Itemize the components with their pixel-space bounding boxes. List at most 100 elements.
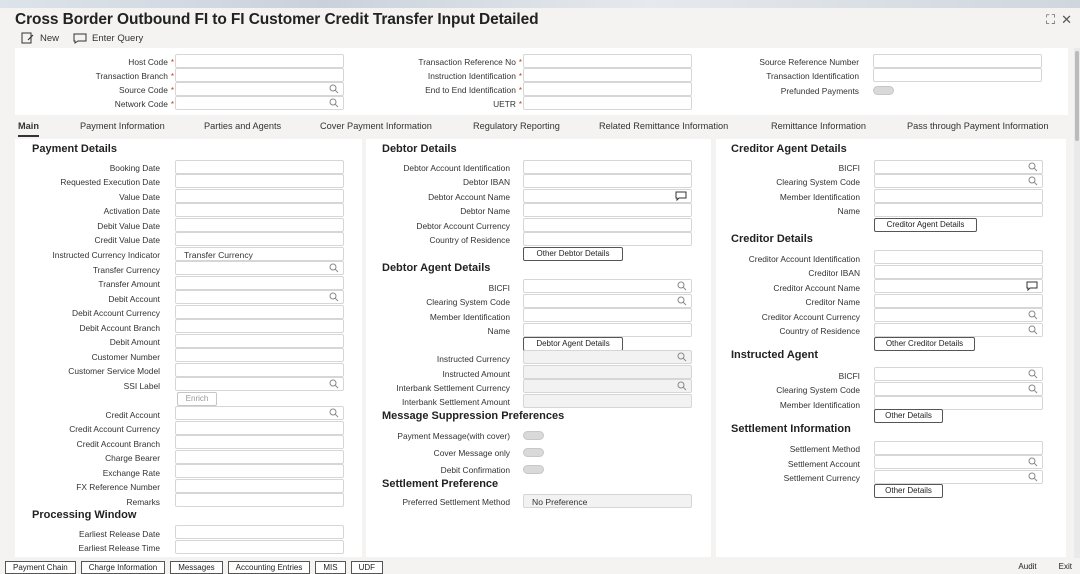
creditor-account-currency-field[interactable] <box>874 308 1043 322</box>
network-code-field[interactable] <box>175 96 344 110</box>
instructed-currency-field[interactable] <box>523 350 692 364</box>
creditor-name-field[interactable] <box>874 294 1043 308</box>
expand-icon[interactable]: ⛶ <box>1046 12 1055 28</box>
debtor-account-currency-field[interactable] <box>523 218 692 232</box>
audit-button[interactable]: Audit <box>1018 560 1036 574</box>
charge-information-button[interactable]: Charge Information <box>80 560 166 574</box>
payment-message-with-cover-toggle[interactable] <box>523 431 544 440</box>
source-code-field[interactable] <box>175 82 344 96</box>
fx-reference-number-field[interactable] <box>175 479 344 493</box>
search-icon[interactable] <box>677 281 687 291</box>
search-icon[interactable] <box>677 296 687 306</box>
debit-amount-field[interactable] <box>175 334 344 348</box>
debtor-agent-member-identification-field[interactable] <box>523 308 692 322</box>
tab-pass-through-payment-information[interactable]: Pass through Payment Information <box>907 121 1048 131</box>
search-icon[interactable] <box>329 263 339 273</box>
transaction-branch-field[interactable] <box>175 68 344 82</box>
creditor-account-identification-field[interactable] <box>874 250 1043 264</box>
preferred-settlement-method-select[interactable]: No Preference <box>523 494 692 508</box>
search-icon[interactable] <box>329 292 339 302</box>
credit-account-branch-field[interactable] <box>175 435 344 449</box>
country-of-residence-field[interactable] <box>523 232 692 246</box>
settlement-other-details-button[interactable]: Other Details <box>874 484 943 498</box>
search-icon[interactable] <box>1028 472 1038 482</box>
debtor-name-field[interactable] <box>523 203 692 217</box>
creditor-account-name-field[interactable] <box>874 279 1043 293</box>
comment-icon[interactable] <box>675 191 687 201</box>
source-reference-number-field[interactable] <box>873 54 1042 68</box>
debtor-agent-bicfi-field[interactable] <box>523 279 692 293</box>
creditor-agent-bicfi-field[interactable] <box>874 160 1043 174</box>
creditor-iban-field[interactable] <box>874 265 1043 279</box>
enter-query-button[interactable]: Enter Query <box>73 32 143 44</box>
instructed-currency-indicator-select[interactable]: Transfer Currency <box>175 247 344 261</box>
search-icon[interactable] <box>329 84 339 94</box>
debit-account-field[interactable] <box>175 290 344 304</box>
transfer-amount-field[interactable] <box>175 276 344 290</box>
search-icon[interactable] <box>677 352 687 362</box>
tab-related-remittance-information[interactable]: Related Remittance Information <box>599 121 728 131</box>
debtor-agent-name-field[interactable] <box>523 323 692 337</box>
other-debtor-details-button[interactable]: Other Debtor Details <box>523 247 623 261</box>
instructed-agent-member-identification-field[interactable] <box>874 396 1043 410</box>
transfer-currency-field[interactable] <box>175 261 344 275</box>
messages-button[interactable]: Messages <box>170 560 223 574</box>
tab-payment-information[interactable]: Payment Information <box>80 121 165 131</box>
debtor-iban-field[interactable] <box>523 174 692 188</box>
search-icon[interactable] <box>1028 457 1038 467</box>
debit-confirmation-toggle[interactable] <box>523 465 544 474</box>
interbank-settlement-currency-field[interactable] <box>523 379 692 393</box>
instruction-identification-field[interactable] <box>523 68 692 82</box>
creditor-agent-name-field[interactable] <box>874 203 1043 217</box>
debit-value-date-field[interactable] <box>175 218 344 232</box>
search-icon[interactable] <box>329 98 339 108</box>
search-icon[interactable] <box>1028 176 1038 186</box>
interbank-settlement-amount-field[interactable] <box>523 394 692 408</box>
debit-account-branch-field[interactable] <box>175 319 344 333</box>
uetr-field[interactable] <box>523 96 692 110</box>
earliest-release-time-field[interactable] <box>175 540 344 554</box>
host-code-field[interactable] <box>175 54 344 68</box>
debtor-agent-clearing-system-code-field[interactable] <box>523 294 692 308</box>
tab-cover-payment-information[interactable]: Cover Payment Information <box>320 121 432 131</box>
settlement-currency-field[interactable] <box>874 470 1043 484</box>
credit-account-field[interactable] <box>175 406 344 420</box>
search-icon[interactable] <box>1028 369 1038 379</box>
udf-button[interactable]: UDF <box>350 560 384 574</box>
search-icon[interactable] <box>1028 310 1038 320</box>
tab-main[interactable]: Main <box>18 121 39 137</box>
exit-button[interactable]: Exit <box>1059 560 1072 574</box>
debtor-agent-details-button[interactable]: Debtor Agent Details <box>523 337 623 351</box>
prefunded-payments-toggle[interactable] <box>873 86 894 95</box>
new-button[interactable]: New <box>21 32 59 44</box>
credit-account-currency-field[interactable] <box>175 421 344 435</box>
search-icon[interactable] <box>329 379 339 389</box>
settlement-account-field[interactable] <box>874 455 1043 469</box>
credit-value-date-field[interactable] <box>175 232 344 246</box>
cover-message-only-toggle[interactable] <box>523 448 544 457</box>
search-icon[interactable] <box>1028 162 1038 172</box>
end-to-end-identification-field[interactable] <box>523 82 692 96</box>
earliest-release-date-field[interactable] <box>175 525 344 539</box>
scrollbar-thumb[interactable] <box>1075 51 1079 141</box>
search-icon[interactable] <box>1028 325 1038 335</box>
debtor-account-identification-field[interactable] <box>523 160 692 174</box>
transaction-reference-no-field[interactable] <box>523 54 692 68</box>
customer-number-field[interactable] <box>175 348 344 362</box>
activation-date-field[interactable] <box>175 203 344 217</box>
instructed-agent-bicfi-field[interactable] <box>874 367 1043 381</box>
value-date-field[interactable] <box>175 189 344 203</box>
ssi-label-field[interactable] <box>175 377 344 391</box>
mis-button[interactable]: MIS <box>315 560 346 574</box>
requested-execution-date-field[interactable] <box>175 174 344 188</box>
payment-chain-button[interactable]: Payment Chain <box>5 560 76 574</box>
transaction-identification-field[interactable] <box>873 68 1042 82</box>
creditor-country-of-residence-field[interactable] <box>874 323 1043 337</box>
tab-remittance-information[interactable]: Remittance Information <box>771 121 866 131</box>
customer-service-model-field[interactable] <box>175 363 344 377</box>
instructed-agent-other-details-button[interactable]: Other Details <box>874 409 943 423</box>
other-creditor-details-button[interactable]: Other Creditor Details <box>874 337 975 351</box>
instructed-agent-clearing-system-code-field[interactable] <box>874 382 1043 396</box>
remarks-field[interactable] <box>175 493 344 507</box>
vertical-scrollbar[interactable] <box>1074 48 1080 558</box>
